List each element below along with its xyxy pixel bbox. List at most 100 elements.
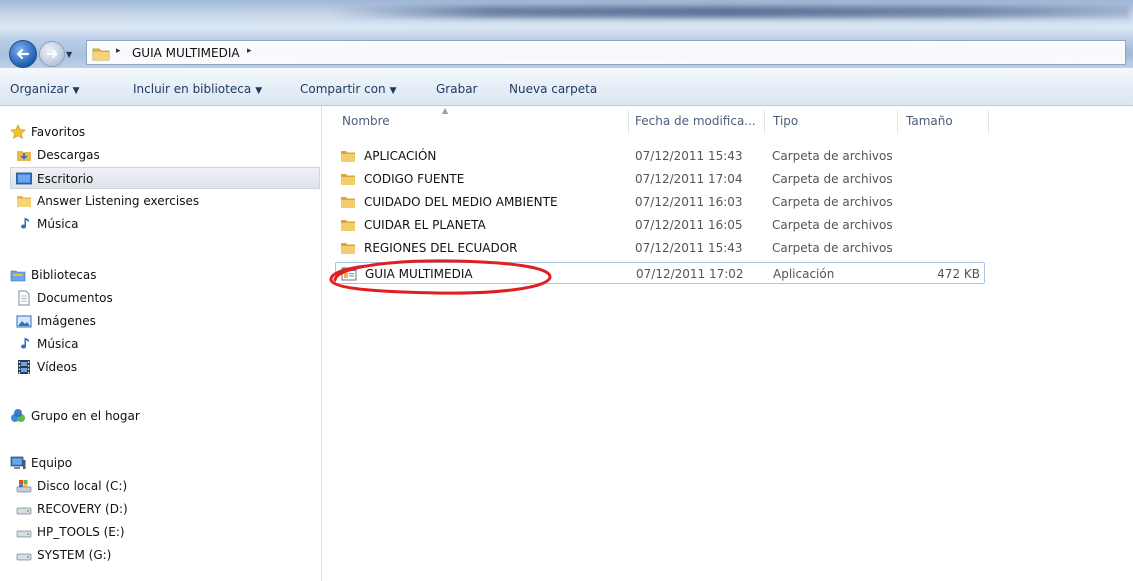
nav-item-music-favorites[interactable]: Música	[0, 213, 318, 235]
file-date: 07/12/2011 16:05	[635, 218, 743, 232]
file-list-pane: ▲ Nombre Fecha de modifica... Tipo Tamañ…	[323, 106, 1133, 581]
column-header-size[interactable]: Tamaño	[906, 114, 953, 128]
nav-item-drive-e[interactable]: HP_TOOLS (E:)	[0, 521, 318, 543]
music-note-icon	[21, 338, 29, 349]
nav-item-drive-g[interactable]: SYSTEM (G:)	[0, 544, 318, 566]
column-divider[interactable]	[628, 110, 629, 134]
nav-section-title: Grupo en el hogar	[31, 409, 140, 423]
homegroup-icon	[11, 409, 25, 422]
nav-item-label: Disco local (C:)	[37, 479, 128, 493]
column-divider[interactable]	[897, 110, 898, 134]
include-library-button[interactable]: Incluir en biblioteca ▼	[133, 82, 262, 96]
nav-item-videos[interactable]: Vídeos	[0, 356, 318, 378]
organize-button[interactable]: Organizar ▼	[10, 82, 80, 96]
share-with-button[interactable]: Compartir con ▼	[300, 82, 397, 96]
nav-item-drive-c[interactable]: Disco local (C:)	[0, 475, 318, 497]
nav-item-label: Imágenes	[37, 314, 96, 328]
nav-item-label: Vídeos	[37, 360, 78, 374]
file-type: Carpeta de archivos	[772, 218, 893, 232]
music-note-icon	[21, 218, 29, 229]
nav-item-label: RECOVERY (D:)	[37, 502, 128, 516]
file-type: Aplicación	[773, 267, 835, 281]
system-drive-icon	[16, 480, 32, 493]
star-icon	[10, 124, 26, 139]
file-date: 07/12/2011 17:04	[635, 172, 743, 186]
column-header-name[interactable]: Nombre	[342, 114, 390, 128]
file-row[interactable]: REGIONES DEL ECUADOR 07/12/2011 15:43 Ca…	[335, 237, 985, 259]
file-row-guia-multimedia[interactable]: GUIA MULTIMEDIA 07/12/2011 17:02 Aplicac…	[335, 262, 985, 284]
nav-item-pictures[interactable]: Imágenes	[0, 310, 318, 332]
burn-button[interactable]: Grabar	[436, 82, 478, 96]
back-button[interactable]	[9, 40, 37, 68]
nav-item-label: HP_TOOLS (E:)	[37, 525, 125, 539]
file-type: Carpeta de archivos	[772, 195, 893, 209]
file-name: CUIDADO DEL MEDIO AMBIENTE	[364, 195, 558, 209]
folder-icon	[92, 48, 110, 61]
file-date: 07/12/2011 17:02	[636, 267, 744, 281]
nav-item-label: Answer Listening exercises	[37, 194, 200, 208]
nav-computer[interactable]: Equipo	[0, 452, 318, 474]
nav-item-label: Música	[37, 217, 79, 231]
breadcrumb-separator[interactable]: ▸	[116, 46, 121, 56]
file-date: 07/12/2011 16:03	[635, 195, 743, 209]
nav-item-documents[interactable]: Documentos	[0, 287, 318, 309]
forward-button[interactable]	[39, 41, 65, 67]
file-name: REGIONES DEL ECUADOR	[364, 241, 518, 255]
file-date: 07/12/2011 15:43	[635, 149, 743, 163]
folder-icon	[341, 197, 355, 208]
nav-item-downloads[interactable]: Descargas	[0, 144, 318, 166]
recent-pages-dropdown[interactable]: ▼	[66, 50, 72, 59]
share-with-label: Compartir con	[300, 82, 386, 96]
nav-libraries[interactable]: Bibliotecas	[0, 264, 318, 286]
nav-section-title: Equipo	[31, 456, 73, 470]
downloads-folder-icon	[17, 151, 31, 161]
file-name: GUIA MULTIMEDIA	[365, 267, 473, 281]
folder-icon	[17, 196, 31, 207]
column-divider[interactable]	[764, 110, 765, 134]
file-type: Carpeta de archivos	[772, 241, 893, 255]
file-type: Carpeta de archivos	[772, 172, 893, 186]
address-bar[interactable]: ▸ GUIA MULTIMEDIA ▸	[86, 40, 1126, 65]
file-row[interactable]: CUIDADO DEL MEDIO AMBIENTE 07/12/2011 16…	[335, 191, 985, 213]
file-name: APLICACIÓN	[364, 149, 437, 163]
nav-item-answer-listening[interactable]: Answer Listening exercises	[0, 190, 318, 212]
nav-item-music-library[interactable]: Música	[0, 333, 318, 355]
breadcrumb-current[interactable]: GUIA MULTIMEDIA	[132, 46, 240, 60]
file-row[interactable]: CUIDAR EL PLANETA 07/12/2011 16:05 Carpe…	[335, 214, 985, 236]
organize-label: Organizar	[10, 82, 69, 96]
nav-item-label: Documentos	[37, 291, 113, 305]
file-name: CUIDAR EL PLANETA	[364, 218, 486, 232]
new-folder-button[interactable]: Nueva carpeta	[509, 82, 597, 96]
folder-icon	[341, 151, 355, 162]
folder-icon	[341, 174, 355, 185]
title-bar: ▼ ▸ GUIA MULTIMEDIA ▸	[0, 0, 1133, 68]
nav-item-drive-d[interactable]: RECOVERY (D:)	[0, 498, 318, 520]
nav-homegroup[interactable]: Grupo en el hogar	[0, 405, 318, 427]
sort-ascending-icon: ▲	[442, 106, 449, 115]
picture-icon	[16, 315, 32, 328]
nav-item-label: Escritorio	[37, 172, 94, 186]
application-exe-icon	[341, 267, 357, 281]
file-type: Carpeta de archivos	[772, 149, 893, 163]
file-row[interactable]: CODIGO FUENTE 07/12/2011 17:04 Carpeta d…	[335, 168, 985, 190]
column-header-date[interactable]: Fecha de modifica...	[635, 114, 756, 128]
folder-icon	[341, 243, 355, 254]
forward-arrow-icon	[46, 49, 58, 59]
nav-item-label: Descargas	[37, 148, 100, 162]
chevron-down-icon: ▼	[389, 86, 397, 96]
document-icon	[18, 290, 30, 306]
column-divider[interactable]	[988, 110, 989, 134]
nav-section-title: Favoritos	[31, 125, 86, 139]
nav-section-title: Bibliotecas	[31, 268, 97, 282]
nav-item-desktop[interactable]: Escritorio	[10, 167, 320, 189]
desktop-icon	[16, 172, 32, 185]
nav-item-label: Música	[37, 337, 79, 351]
chevron-down-icon: ▼	[255, 86, 263, 96]
column-header-type[interactable]: Tipo	[773, 114, 798, 128]
file-row[interactable]: APLICACIÓN 07/12/2011 15:43 Carpeta de a…	[335, 145, 985, 167]
back-arrow-icon	[16, 48, 30, 60]
drive-icon	[16, 553, 32, 561]
blurred-title-region	[330, 6, 1130, 18]
nav-favorites[interactable]: Favoritos	[0, 121, 318, 143]
breadcrumb-separator[interactable]: ▸	[247, 46, 252, 56]
